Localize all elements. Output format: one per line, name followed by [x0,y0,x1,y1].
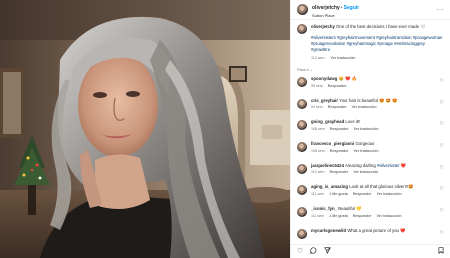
comment-item: _iconic_fyn_ Beautiful 💛 111 sem 1 Me gus… [297,206,444,228]
comment-text: Love it!! [345,119,361,125]
comments-area[interactable]: oliverjetchy One of the best decisions I… [291,20,450,244]
avatar[interactable] [297,77,307,87]
caption-time: 112 sem [311,56,325,60]
comment-emoji: ❤️ [400,162,407,168]
comment-time: 110 sem [311,170,325,175]
comment-likes[interactable]: 1 Me gusta [329,192,348,196]
post-header: oliverjetchy•Seguir Sutton Place ··· [291,0,450,20]
avatar[interactable] [297,4,308,15]
translate-link[interactable]: Ver traducción [354,127,379,131]
translate-link[interactable]: Ver traducción [377,192,402,196]
comment-username[interactable]: francesco_piergianni [311,141,354,146]
heart-icon[interactable]: ♡ [440,186,444,192]
comment-username[interactable]: cris_greyhair [311,98,338,103]
heart-icon[interactable]: ♡ [440,208,444,214]
post-panel: oliverjetchy•Seguir Sutton Place ··· oli… [290,0,450,258]
comment-time: 106 sem [311,148,325,153]
heart-icon[interactable]: ♡ [440,230,444,236]
caption-hashtags[interactable]: #silversisters #greyhairmovement #greyha… [311,35,444,53]
comment-text: 😸 ❤️ 🔥 [338,76,357,81]
comment-text: Gorgeous [355,141,375,147]
share-icon[interactable] [324,247,331,256]
post-image [0,0,290,258]
comment-username[interactable]: spoonydawg [311,76,337,81]
avatar[interactable] [297,228,307,239]
comment-text: Your hair is beautiful 😍 🤩 😍 [339,97,398,103]
avatar[interactable] [297,163,307,174]
caption-username[interactable]: oliverjetchy [311,24,335,29]
comment-username[interactable]: mycurlsgonewild [311,228,346,233]
comment-item: aging_is_amazing Look at all that glorio… [297,184,444,206]
heart-icon[interactable]: ♡ [440,121,444,127]
comment-likes[interactable]: 1 Me gusta [329,214,348,218]
avatar[interactable] [297,120,307,131]
caption: oliverjetchy One of the best decisions I… [297,24,444,61]
comment-time: 111 sem [311,213,325,218]
comment-time: 111 sem [311,191,325,196]
heart-icon[interactable]: ♡ [297,248,303,255]
heart-icon[interactable]: ♡ [440,78,444,84]
comment-time: 94 sem [311,105,323,110]
comment-mention[interactable]: #silversister [377,163,400,168]
comment-text: Amazing darling [344,162,376,168]
post-action-bar: ♡ [291,244,450,258]
comment-icon[interactable] [310,247,317,256]
caption-text: One of the best decisions I have ever ma… [336,24,426,29]
reply-button[interactable]: Responder [330,170,349,174]
comment-username[interactable]: _iconic_fyn_ [311,206,337,211]
avatar[interactable] [297,98,307,109]
comment-time: 95 sem [311,83,323,88]
comment-item: jacquelinec5424 Amazing darling #silvers… [297,163,444,185]
comment-username[interactable]: aging_is_amazing [311,184,348,189]
comment-item: mycurlsgonewild What a great picture of … [297,228,444,244]
heart-icon[interactable]: ♡ [440,100,444,106]
translate-link[interactable]: Ver traducción [377,214,402,218]
comment-time: 106 sem [311,126,325,131]
translate-link[interactable]: Ver traducción [331,56,356,60]
avatar[interactable] [297,24,307,34]
reply-button[interactable]: Responder [328,84,347,88]
heart-icon[interactable]: ♡ [440,165,444,171]
post-location[interactable]: Sutton Place [312,12,359,19]
follow-button[interactable]: Seguir [344,5,360,11]
reply-button[interactable]: Responder [330,127,349,131]
comment-text: What a great picture of you ❤️ [347,227,406,233]
more-options-icon[interactable]: ··· [437,7,445,13]
separator-dot: • [340,4,343,11]
avatar[interactable] [297,142,307,153]
comment-text: Look at all that glorious silver!!!🤩 [349,184,414,190]
reply-button[interactable]: Responder [328,105,347,109]
comment-item: francesco_piergianni Gorgeous 106 sem Res… [297,141,444,163]
translate-link[interactable]: Ver traducción [354,149,379,153]
comment-text: Beautiful 💛 [338,206,362,212]
post-username[interactable]: oliverjetchy [312,5,340,11]
reply-button[interactable]: Responder [353,192,372,196]
comment-username[interactable]: going_grayhead [311,119,344,124]
reply-button[interactable]: Responder [330,149,349,153]
avatar[interactable] [297,207,307,218]
bookmark-icon[interactable] [438,247,444,256]
avatar[interactable] [297,185,307,196]
reply-button[interactable]: Responder [353,214,372,218]
translate-link[interactable]: Ver traducción [353,170,378,174]
heart-icon[interactable]: ♡ [440,143,444,149]
translate-link[interactable]: Ver traducción [352,105,377,109]
comment-sort-dropdown[interactable]: Para ti ⌄ [297,67,444,72]
comment-item: spoonydawg 😸 ❤️ 🔥 95 sem Responder ♡ [297,76,444,98]
post-photo [0,0,290,258]
comment-item: going_grayhead Love it!! 106 sem Responde… [297,119,444,141]
comment-item: cris_greyhair Your hair is beautiful 😍 🤩… [297,98,444,120]
comment-username[interactable]: jacquelinec5424 [311,163,344,168]
